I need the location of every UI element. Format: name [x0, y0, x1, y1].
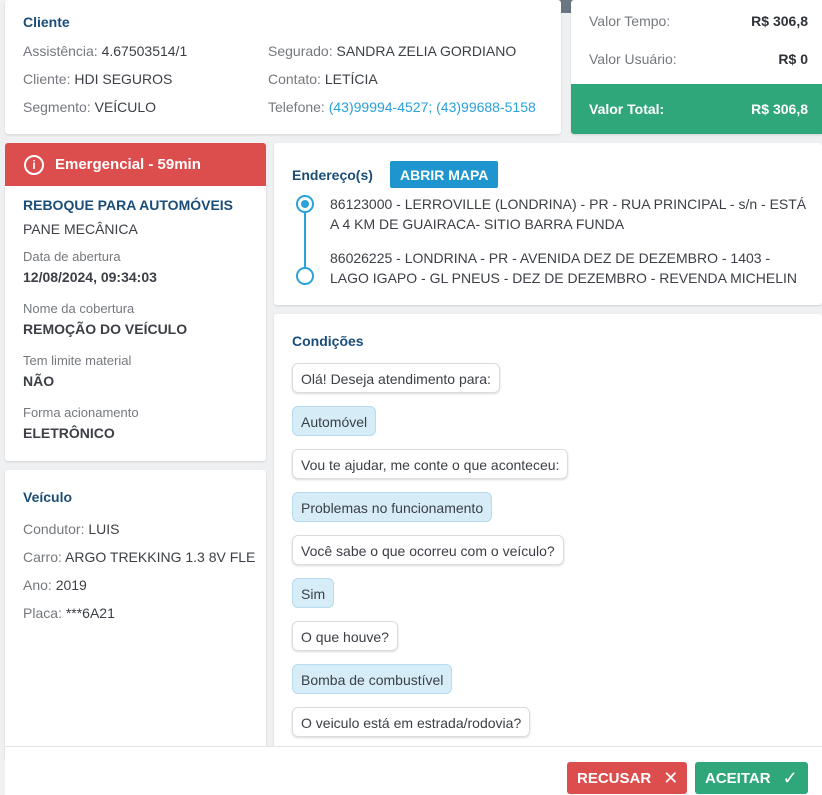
destination-marker-icon: [296, 267, 314, 285]
material-limit-label: Tem limite material: [23, 353, 132, 368]
time-value-row: Valor Tempo: R$ 306,8: [589, 13, 808, 29]
accept-button[interactable]: ACEITAR ✓: [695, 762, 808, 794]
destination-address: 86026225 - LONDRINA - PR - AVENIDA DEZ D…: [330, 250, 798, 286]
close-icon: ✕: [663, 767, 679, 788]
contact-label: Contato:: [268, 71, 321, 87]
chat-answer-bubble: Bomba de combustível: [292, 664, 453, 694]
client-section-title: Cliente: [23, 14, 70, 30]
accept-label: ACEITAR: [705, 769, 771, 787]
driver-value: LUIS: [88, 521, 120, 537]
route-line: [304, 213, 306, 269]
year-label: Ano:: [23, 577, 52, 593]
refuse-button[interactable]: RECUSAR ✕: [567, 762, 687, 794]
chat-question-bubble: Olá! Deseja atendimento para:: [292, 363, 500, 393]
client-label: Cliente:: [23, 71, 71, 87]
driver-row: Condutor: LUIS: [23, 521, 120, 537]
client-row: Cliente: HDI SEGUROS: [23, 71, 172, 87]
emergency-banner: i Emergencial - 59min: [5, 143, 266, 186]
action-footer: RECUSAR ✕ ACEITAR ✓: [5, 746, 822, 795]
values-card: Valor Tempo: R$ 306,8 Valor Usuário: R$ …: [571, 0, 822, 134]
service-type: REBOQUE PARA AUTOMÓVEIS: [23, 197, 234, 213]
conditions-section-title: Condições: [292, 333, 364, 349]
assistance-label: Assistência:: [23, 43, 98, 59]
trigger-label: Forma acionamento: [23, 405, 139, 420]
insured-row: Segurado: SANDRA ZELIA GORDIANO: [268, 43, 516, 59]
user-value-row: Valor Usuário: R$ 0: [589, 51, 808, 67]
user-value-label: Valor Usuário:: [589, 51, 677, 67]
coverage-value: REMOÇÃO DO VEÍCULO: [23, 321, 188, 337]
plate-row: Placa: ***6A21: [23, 605, 115, 621]
time-value-label: Valor Tempo:: [589, 13, 671, 29]
total-value-label: Valor Total:: [589, 101, 665, 117]
assistance-row: Assistência: 4.67503514/1: [23, 43, 187, 59]
client-value: HDI SEGUROS: [74, 71, 173, 87]
origin-marker-icon: [296, 195, 314, 213]
material-limit-value: NÃO: [23, 373, 55, 389]
contact-value: LETÍCIA: [324, 71, 378, 87]
insured-label: Segurado:: [268, 43, 333, 59]
client-card: Cliente Assistência: 4.67503514/1 Client…: [5, 0, 561, 134]
address-section-title: Endereço(s): [292, 167, 373, 183]
total-value: R$ 306,8: [751, 101, 808, 117]
emergency-text: Emergencial - 59min: [55, 156, 201, 173]
service-card: REBOQUE PARA AUTOMÓVEIS PANE MECÂNICA Da…: [5, 186, 266, 461]
assistance-value: 4.67503514/1: [101, 43, 188, 59]
coverage-label: Nome da cobertura: [23, 301, 135, 316]
car-row: Carro: ARGO TREKKING 1.3 8V FLE: [23, 549, 255, 565]
phone-link[interactable]: (43)99994-4527; (43)99688-5158: [329, 99, 536, 115]
chat-question-bubble: O que houve?: [292, 621, 398, 651]
phone-row: Telefone: (43)99994-4527; (43)99688-5158: [268, 99, 536, 115]
check-icon: ✓: [782, 767, 798, 788]
open-map-button[interactable]: ABRIR MAPA: [390, 161, 499, 188]
segment-value: VEÍCULO: [94, 99, 157, 115]
plate-label: Placa:: [23, 605, 62, 621]
service-problem: PANE MECÂNICA: [23, 221, 138, 237]
year-row: Ano: 2019: [23, 577, 87, 593]
plate-value: ***6A21: [65, 605, 115, 621]
opening-date-label: Data de abertura: [23, 249, 121, 264]
phone-label: Telefone:: [268, 99, 325, 115]
year-value: 2019: [55, 577, 87, 593]
trigger-value: ELETRÔNICO: [23, 425, 115, 441]
chat-question-bubble: O veiculo está em estrada/rodovia?: [292, 707, 531, 737]
total-value-bar: Valor Total: R$ 306,8: [571, 84, 822, 134]
car-value: ARGO TREKKING 1.3 8V FLE: [65, 549, 256, 565]
refuse-label: RECUSAR: [577, 769, 652, 787]
origin-address: 86123000 - LERROVILLE (LONDRINA) - PR - …: [330, 196, 807, 232]
user-value: R$ 0: [778, 51, 808, 67]
chat-answer-bubble: Sim: [292, 578, 335, 608]
conditions-card: Condições Olá! Deseja atendimento para: …: [274, 314, 822, 760]
time-value: R$ 306,8: [751, 13, 808, 29]
chat-question-bubble: Vou te ajudar, me conte o que aconteceu:: [292, 449, 569, 479]
alert-circle-icon: i: [24, 154, 44, 175]
car-label: Carro:: [23, 549, 62, 565]
opening-date-value: 12/08/2024, 09:34:03: [23, 269, 157, 285]
chat-answer-bubble: Problemas no funcionamento: [292, 492, 493, 522]
chat-question-bubble: Você sabe o que ocorreu com o veículo?: [292, 535, 564, 565]
chat-answer-bubble: Automóvel: [292, 406, 377, 436]
address-card: Endereço(s) ABRIR MAPA 86123000 - LERROV…: [274, 143, 822, 305]
driver-label: Condutor:: [23, 521, 85, 537]
vehicle-card: Veículo Condutor: LUIS Carro: ARGO TREKK…: [5, 470, 266, 760]
vehicle-section-title: Veículo: [23, 489, 73, 505]
contact-row: Contato: LETÍCIA: [268, 71, 378, 87]
insured-value: SANDRA ZELIA GORDIANO: [336, 43, 517, 59]
segment-row: Segmento: VEÍCULO: [23, 99, 156, 115]
segment-label: Segmento:: [23, 99, 91, 115]
